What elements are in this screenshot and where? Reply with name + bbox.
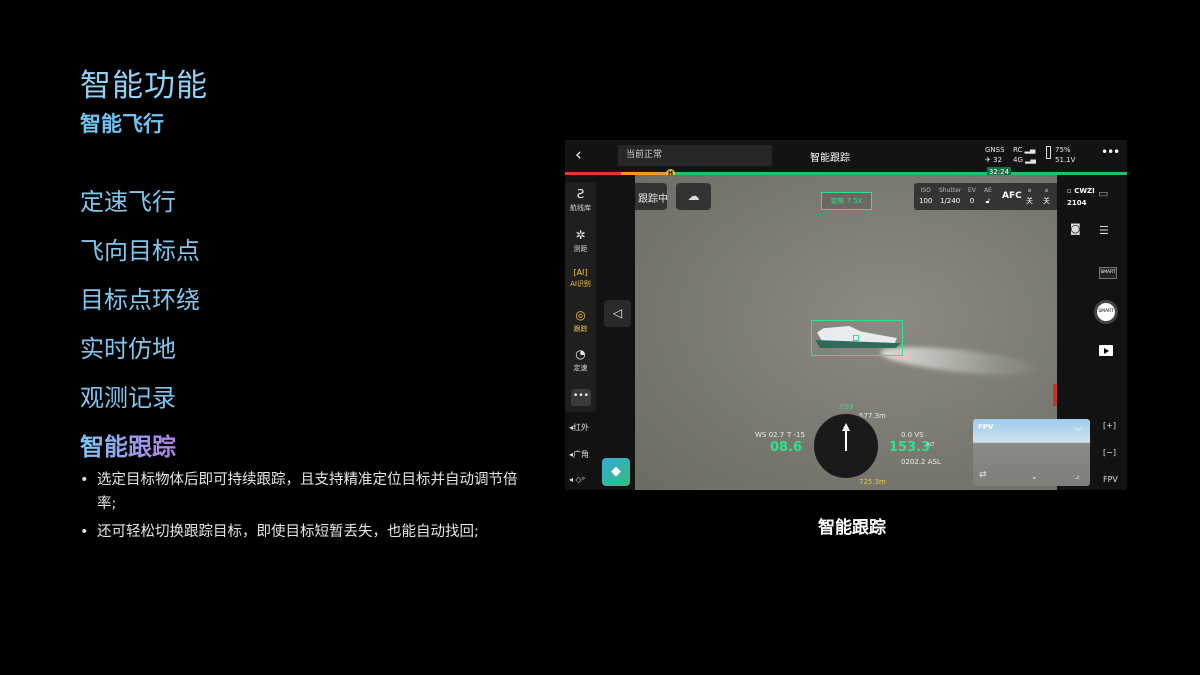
chevron-down-icon[interactable]: ⌄ (1031, 472, 1038, 481)
track-icon: ◎ (575, 308, 586, 322)
map-icon[interactable]: ◆ (602, 458, 630, 486)
page-title: 智能功能 (80, 68, 208, 104)
screenshot-caption: 智能跟踪 (818, 518, 886, 538)
progress-low-segment (565, 172, 621, 175)
lens-infrared[interactable]: ◂红外 (569, 422, 589, 433)
tool-rangefinder[interactable]: ✲ 测距 (565, 228, 596, 254)
ground-speed: 08.6 (770, 440, 803, 455)
tool-panel (565, 182, 596, 412)
lock-icon: 🔓︎ (985, 197, 991, 205)
feature-item: 飞向目标点 (80, 237, 200, 265)
altitude-asl: 0202.2 ASL (901, 458, 941, 466)
swap-icon[interactable]: ⇄ (979, 470, 987, 480)
gnss-count: 32 (993, 156, 1003, 164)
waypoint-icon: Ƨ (576, 187, 585, 201)
tool-waypoint-library[interactable]: Ƨ 航线库 (565, 187, 596, 213)
feature-description: 选定目标物体后即可持续跟踪，且支持精准定位目标并自动调节倍率; 还可轻松切换跟踪… (80, 468, 520, 548)
feature-item: 观测记录 (80, 384, 176, 412)
bullet-item: 还可轻松切换跟踪目标，即使目标短暂丢失，也能自动找回; (80, 520, 520, 544)
iso-param: ISO 100 (919, 187, 933, 205)
status-bar[interactable]: 当前正常 (618, 145, 772, 166)
more-menu-icon[interactable]: ••• (1101, 145, 1120, 159)
rng-icon: ✲ (575, 228, 586, 242)
shutter-button[interactable]: SMART (1094, 300, 1118, 324)
pilot-app-screenshot: ‹ 当前正常 智能跟踪 GNSS ✈ 32 RC ▂▄ 4G ▂▄ 75% 51… (565, 140, 1127, 490)
feature-item: 目标点环绕 (80, 286, 200, 314)
section-subtitle: 智能飞行 (80, 112, 164, 136)
sd-card-icon: ▫ (1067, 187, 1072, 195)
battery-indicator: 75% 51.1V (1046, 145, 1075, 165)
photo-mode-icon[interactable]: ◙ (1070, 222, 1081, 235)
gnss-indicator: GNSS ✈ 32 (985, 145, 1005, 165)
altitude: 153.3 (889, 440, 931, 455)
storage-indicator: ▫ CWZI 2104 (1067, 187, 1095, 207)
shutter-param: Shutter 1/240 (939, 187, 962, 205)
camera-icon[interactable]: ▭ (1098, 187, 1108, 200)
collapse-icon[interactable]: ︾ (1074, 426, 1082, 437)
slash-icon: ⌀ (1027, 187, 1032, 194)
rc-label: RC (1013, 146, 1023, 154)
mode-title: 智能跟踪 (810, 153, 850, 164)
playback-icon[interactable] (1099, 345, 1113, 356)
wind-speed: WS 02.7 (755, 431, 785, 439)
rc-network: 4G (1013, 156, 1023, 164)
home-distance: 725.3m (859, 478, 886, 486)
tracking-center (853, 335, 859, 341)
speed-icon: ◔ (575, 347, 586, 361)
bullet-item: 选定目标物体后即可持续跟踪，且支持精准定位目标并自动调节倍率; (80, 468, 520, 516)
settings-sliders-icon[interactable]: ☰ (1099, 224, 1109, 237)
ae-param: AE 🔓︎ (984, 187, 992, 205)
zoom-out-button[interactable]: [−] (1103, 448, 1116, 457)
more-tools-button[interactable]: ••• (571, 389, 591, 406)
fpv-label: FPV (978, 423, 994, 431)
layer-icon: ◂ ◇ᵒ (569, 475, 586, 484)
signal-icon: ▂▄ (1025, 156, 1036, 164)
feature-item-active: 智能跟踪 (80, 427, 176, 462)
lens-wide[interactable]: ◂广角 (569, 449, 589, 460)
ai-icon: [AI] (573, 268, 588, 277)
toggle-param[interactable]: ⌀ 关 (1026, 186, 1033, 207)
vertical-speed: 0.0 VS (901, 431, 924, 439)
gnss-label: GNSS (985, 146, 1005, 154)
slash-icon: ⌀ (1044, 187, 1049, 194)
feature-item: 定速飞行 (80, 188, 176, 216)
tool-cruise-speed[interactable]: ◔ 定速 (565, 347, 596, 373)
toggle-param[interactable]: ⌀ 关 (1043, 186, 1050, 207)
rc-indicator: RC ▂▄ 4G ▂▄ (1013, 145, 1036, 165)
ev-param: EV 0 (968, 187, 976, 205)
tool-tracking[interactable]: ◎ 跟踪 (565, 308, 596, 334)
smart-mode-button[interactable]: SMART (1099, 267, 1117, 279)
battery-icon (1046, 146, 1051, 159)
signal-icon: ▂▄ (1024, 146, 1036, 154)
feature-item: 实时仿地 (80, 335, 176, 363)
af-mode[interactable]: AFC (1002, 191, 1022, 201)
tracking-label: 跟踪中 (638, 194, 668, 205)
zoom-badge: 变焦 7.5X (821, 192, 872, 210)
zoom-in-button[interactable]: [+] (1103, 421, 1116, 430)
expand-icon[interactable]: ⌟ (1075, 471, 1079, 481)
tool-ai-recognition[interactable]: [AI] AI识别 (565, 268, 596, 289)
layer-toggle[interactable]: ◂ ◇ᵒ (569, 475, 585, 484)
speaker-icon[interactable]: ◁ (604, 300, 631, 327)
aircraft-heading-icon (842, 423, 850, 431)
back-icon[interactable]: ‹ (575, 145, 582, 165)
cloud-off-icon[interactable]: ☁ (676, 183, 711, 210)
satellite-icon: ✈ (985, 156, 991, 164)
temperature: T -15 (787, 431, 805, 439)
altitude-unit: ALT (926, 442, 935, 448)
fpv-button[interactable]: FPV (1103, 475, 1118, 484)
heading-value: 093 (840, 403, 854, 411)
